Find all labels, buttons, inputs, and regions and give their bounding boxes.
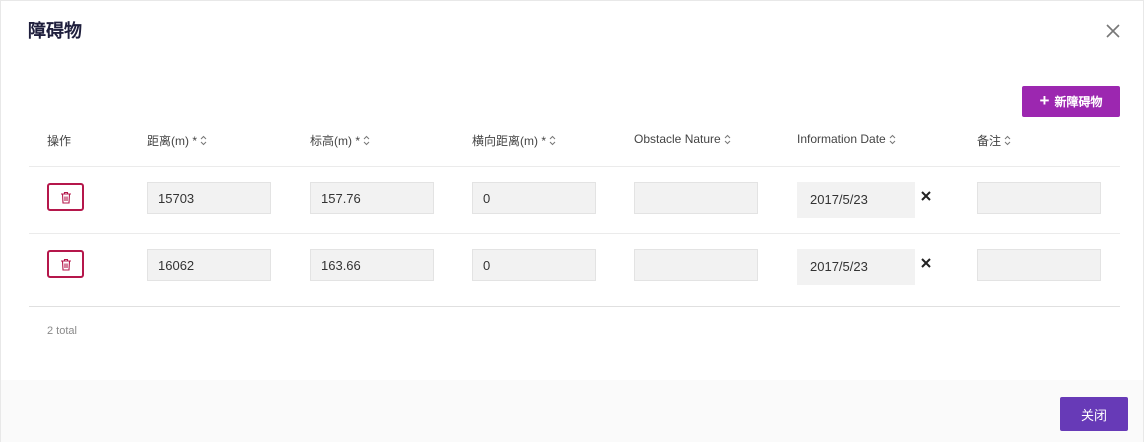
obstacle-nature-input[interactable] bbox=[634, 182, 758, 214]
column-header-lateral-distance[interactable]: 横向距离(m) * bbox=[472, 132, 556, 149]
clear-icon[interactable] bbox=[920, 257, 932, 269]
obstacle-dialog: 障碍物 + 新障碍物 操作 距离(m) * 标高(m) * 横向距离(m) * … bbox=[0, 0, 1144, 442]
add-obstacle-button[interactable]: + 新障碍物 bbox=[1022, 86, 1120, 117]
delete-row-button[interactable] bbox=[47, 250, 84, 278]
obstacle-nature-input[interactable] bbox=[634, 249, 758, 281]
remark-input[interactable] bbox=[977, 249, 1101, 281]
plus-icon: + bbox=[1039, 91, 1050, 110]
column-header-information-date[interactable]: Information Date bbox=[797, 132, 896, 146]
add-obstacle-label: 新障碍物 bbox=[1054, 95, 1103, 109]
distance-input[interactable] bbox=[147, 249, 271, 281]
table-bottom-divider bbox=[29, 306, 1120, 307]
column-header-obstacle-nature[interactable]: Obstacle Nature bbox=[634, 132, 731, 146]
delete-row-button[interactable] bbox=[47, 183, 84, 211]
column-header-elevation[interactable]: 标高(m) * bbox=[310, 132, 370, 149]
elevation-input[interactable] bbox=[310, 249, 434, 281]
close-button[interactable]: 关闭 bbox=[1060, 397, 1128, 431]
column-header-remark[interactable]: 备注 bbox=[977, 132, 1011, 149]
header-divider bbox=[29, 166, 1120, 167]
sort-icon bbox=[363, 135, 370, 146]
dialog-title: 障碍物 bbox=[28, 21, 82, 41]
column-header-action: 操作 bbox=[47, 134, 72, 148]
sort-icon bbox=[549, 135, 556, 146]
distance-input[interactable] bbox=[147, 182, 271, 214]
sort-icon bbox=[1004, 135, 1011, 146]
dialog-footer bbox=[1, 380, 1143, 442]
total-count: 2 total bbox=[47, 325, 77, 337]
information-date-field[interactable]: 2017/5/23 bbox=[797, 249, 915, 285]
lateral-distance-input[interactable] bbox=[472, 249, 596, 281]
trash-icon bbox=[60, 258, 71, 271]
sort-icon bbox=[889, 134, 896, 144]
row-divider bbox=[29, 233, 1120, 234]
remark-input[interactable] bbox=[977, 182, 1101, 214]
elevation-input[interactable] bbox=[310, 182, 434, 214]
trash-icon bbox=[60, 191, 71, 204]
clear-icon[interactable] bbox=[920, 190, 932, 202]
close-icon[interactable] bbox=[1103, 21, 1123, 41]
lateral-distance-input[interactable] bbox=[472, 182, 596, 214]
sort-icon bbox=[724, 134, 731, 144]
sort-icon bbox=[200, 135, 207, 146]
column-header-distance[interactable]: 距离(m) * bbox=[147, 132, 207, 149]
information-date-field[interactable]: 2017/5/23 bbox=[797, 182, 915, 218]
